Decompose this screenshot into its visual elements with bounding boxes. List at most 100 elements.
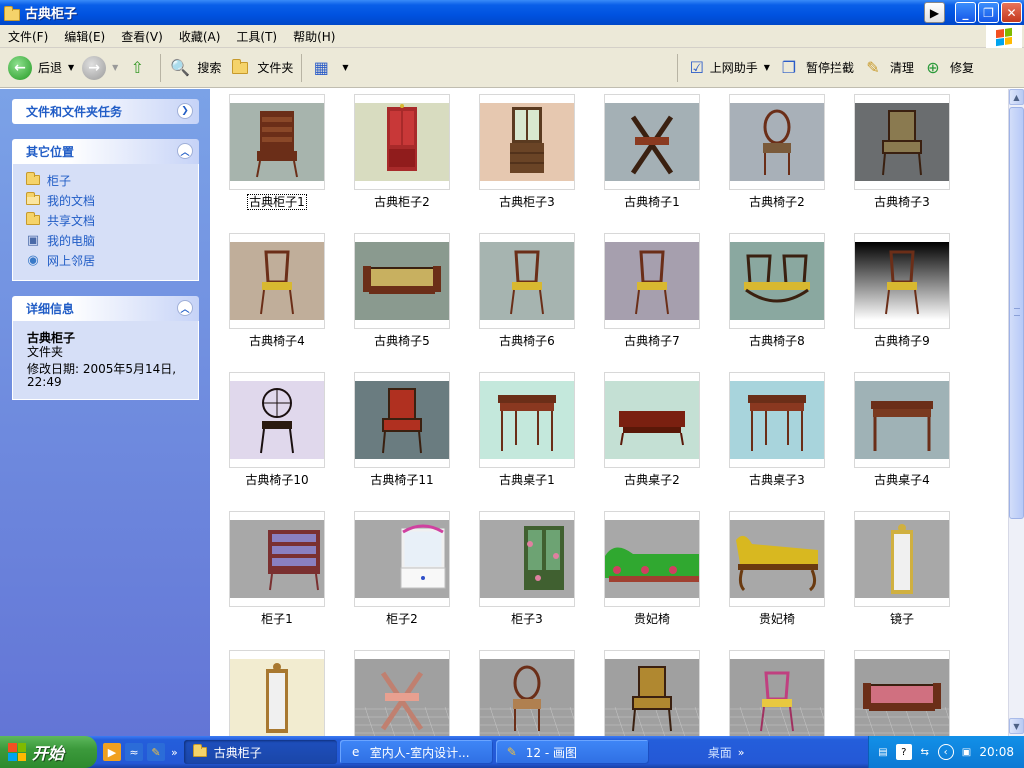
file-thumbnail[interactable]: 古典椅子11 — [347, 367, 467, 497]
block-popups-button[interactable]: ❐ 暂停拦截 — [774, 51, 858, 85]
file-thumbnail[interactable]: 古典桌子4 — [847, 367, 967, 497]
media-player-icon[interactable]: ▶ — [103, 743, 121, 761]
file-name-text: 柜子3 — [511, 612, 543, 626]
more-icon[interactable]: » — [738, 746, 745, 759]
repair-button[interactable]: ⊕ 修复 — [918, 51, 978, 85]
paint-icon: ✎ — [506, 745, 517, 759]
more-icon[interactable]: » — [171, 746, 178, 759]
task-paint[interactable]: ✎ 12 - 画图 — [495, 740, 649, 764]
file-thumbnail[interactable] — [847, 645, 967, 736]
thumbnail-image — [355, 659, 449, 736]
file-thumbnail[interactable]: 柜子1 — [222, 506, 342, 636]
task-browser[interactable]: e 室内人-室内设计... — [339, 740, 493, 764]
menu-view[interactable]: 查看(V) — [113, 28, 171, 45]
scroll-down-button[interactable]: ▼ — [1009, 718, 1024, 734]
file-thumbnail[interactable] — [722, 645, 842, 736]
start-button[interactable]: 开始 — [0, 736, 97, 768]
place-link-my-documents[interactable]: 我的文档 — [25, 190, 188, 210]
repair-icon: ⊕ — [926, 58, 940, 77]
file-thumbnail[interactable]: 贵妃椅 — [597, 506, 717, 636]
task-folder[interactable]: 古典柜子 — [183, 740, 337, 764]
thumbnail-frame — [479, 511, 575, 607]
scroll-thumb[interactable] — [1009, 107, 1024, 519]
network-icon[interactable]: ⇆ — [917, 744, 933, 760]
menu-bar: 文件(F) 编辑(E) 查看(V) 收藏(A) 工具(T) 帮助(H) — [0, 25, 1024, 48]
file-name: 镜子 — [847, 610, 957, 627]
file-thumbnail[interactable]: 古典椅子2 — [722, 89, 842, 219]
file-name-text: 柜子2 — [386, 612, 418, 626]
file-thumbnail[interactable]: 古典椅子8 — [722, 228, 842, 358]
keyboard-icon[interactable]: ▤ — [875, 744, 891, 760]
folder-icon — [25, 212, 41, 227]
title-bar[interactable]: 古典柜子 ▶ _ ❐ ✕ — [0, 0, 1024, 25]
collapse-icon[interactable]: ︿ — [177, 143, 193, 159]
search-button[interactable]: 🔍 搜索 — [165, 51, 225, 85]
chevron-left-icon[interactable]: ‹ — [937, 744, 954, 760]
help-icon[interactable]: ? — [895, 744, 912, 760]
file-thumbnail[interactable]: 古典椅子5 — [347, 228, 467, 358]
place-link-cabinets[interactable]: 柜子 — [25, 170, 188, 190]
file-thumbnail[interactable] — [347, 645, 467, 736]
menu-tools[interactable]: 工具(T) — [228, 28, 285, 45]
thumbnail-frame — [354, 94, 450, 190]
file-thumbnail[interactable]: 古典柜子1 — [222, 89, 342, 219]
minimize-button[interactable]: _ — [955, 2, 976, 23]
media-button[interactable]: ▶ — [924, 2, 945, 23]
forward-arrow-icon: → — [82, 55, 107, 80]
menu-edit[interactable]: 编辑(E) — [56, 28, 113, 45]
file-thumbnail[interactable]: 古典椅子9 — [847, 228, 967, 358]
scroll-up-button[interactable]: ▲ — [1009, 89, 1024, 105]
file-thumbnail[interactable]: 古典椅子1 — [597, 89, 717, 219]
file-thumbnail[interactable]: 古典桌子3 — [722, 367, 842, 497]
file-thumbnail[interactable]: 古典柜子2 — [347, 89, 467, 219]
place-link-my-computer[interactable]: ▣ 我的电脑 — [25, 230, 188, 250]
file-thumbnail[interactable]: 古典桌子1 — [472, 367, 592, 497]
thumbnail-image — [230, 103, 324, 181]
file-thumbnail[interactable]: 镜子 — [847, 506, 967, 636]
views-button[interactable]: ▦ ▼ — [306, 51, 352, 85]
file-thumbnail[interactable]: 柜子2 — [347, 506, 467, 636]
file-thumbnail[interactable] — [472, 645, 592, 736]
file-thumbnail[interactable] — [597, 645, 717, 736]
file-thumbnail[interactable]: 贵妃椅 — [722, 506, 842, 636]
place-link-network[interactable]: ◉ 网上邻居 — [25, 250, 188, 270]
folders-button[interactable]: 文件夹 — [225, 51, 297, 85]
details-panel: 详细信息 ︿ 古典柜子 文件夹 修改日期: 2005年5月14日, 22:49 — [12, 296, 199, 400]
file-thumbnail[interactable]: 古典柜子3 — [472, 89, 592, 219]
clean-button[interactable]: ✎ 清理 — [858, 51, 918, 85]
back-button[interactable]: ← 后退 ▼ — [0, 51, 78, 85]
close-button[interactable]: ✕ — [1001, 2, 1022, 23]
file-name: 古典桌子3 — [722, 471, 832, 488]
vertical-scrollbar[interactable]: ▲ ▼ — [1008, 89, 1024, 736]
file-thumbnail[interactable]: 古典椅子6 — [472, 228, 592, 358]
broom-icon[interactable]: ✎ — [147, 743, 165, 761]
forward-button[interactable]: → ▼ — [78, 51, 122, 85]
maximize-button[interactable]: ❐ — [978, 2, 999, 23]
file-thumbnail[interactable]: 古典椅子7 — [597, 228, 717, 358]
file-view[interactable]: 古典柜子1 古典柜子2 古典柜子3 古典椅子1 古典椅子2 古典椅子3 古典椅子… — [210, 89, 1008, 736]
menu-file[interactable]: 文件(F) — [0, 28, 56, 45]
thumbnail-frame — [729, 650, 825, 736]
assistant-button[interactable]: ☑ 上网助手 ▼ — [682, 51, 774, 85]
expand-icon[interactable]: ❯ — [177, 103, 193, 119]
place-link-shared-documents[interactable]: 共享文档 — [25, 210, 188, 230]
fish-icon[interactable]: ≈ — [125, 743, 143, 761]
collapse-icon[interactable]: ︿ — [177, 300, 193, 316]
file-thumbnail[interactable] — [222, 645, 342, 736]
other-places-header[interactable]: 其它位置 ︿ — [12, 139, 199, 164]
file-name-text: 古典椅子3 — [874, 195, 930, 209]
desktop-toolbar[interactable]: 桌面 — [708, 744, 732, 761]
file-thumbnail[interactable]: 柜子3 — [472, 506, 592, 636]
menu-help[interactable]: 帮助(H) — [285, 28, 343, 45]
file-thumbnail[interactable]: 古典桌子2 — [597, 367, 717, 497]
up-folder-button[interactable]: ⇧ — [122, 51, 156, 85]
menu-favorites[interactable]: 收藏(A) — [171, 28, 229, 45]
file-thumbnail[interactable]: 古典椅子3 — [847, 89, 967, 219]
monitor-icon[interactable]: ▣ — [959, 744, 975, 760]
file-thumbnail[interactable]: 古典椅子4 — [222, 228, 342, 358]
details-header[interactable]: 详细信息 ︿ — [12, 296, 199, 321]
file-tasks-header[interactable]: 文件和文件夹任务 ❯ — [12, 99, 199, 124]
task-pane: 文件和文件夹任务 ❯ 其它位置 ︿ 柜子 我的文档 共享文档 ▣ 我的电脑 ◉ … — [0, 89, 210, 736]
chevron-down-icon: ▼ — [68, 63, 75, 72]
file-thumbnail[interactable]: 古典椅子10 — [222, 367, 342, 497]
